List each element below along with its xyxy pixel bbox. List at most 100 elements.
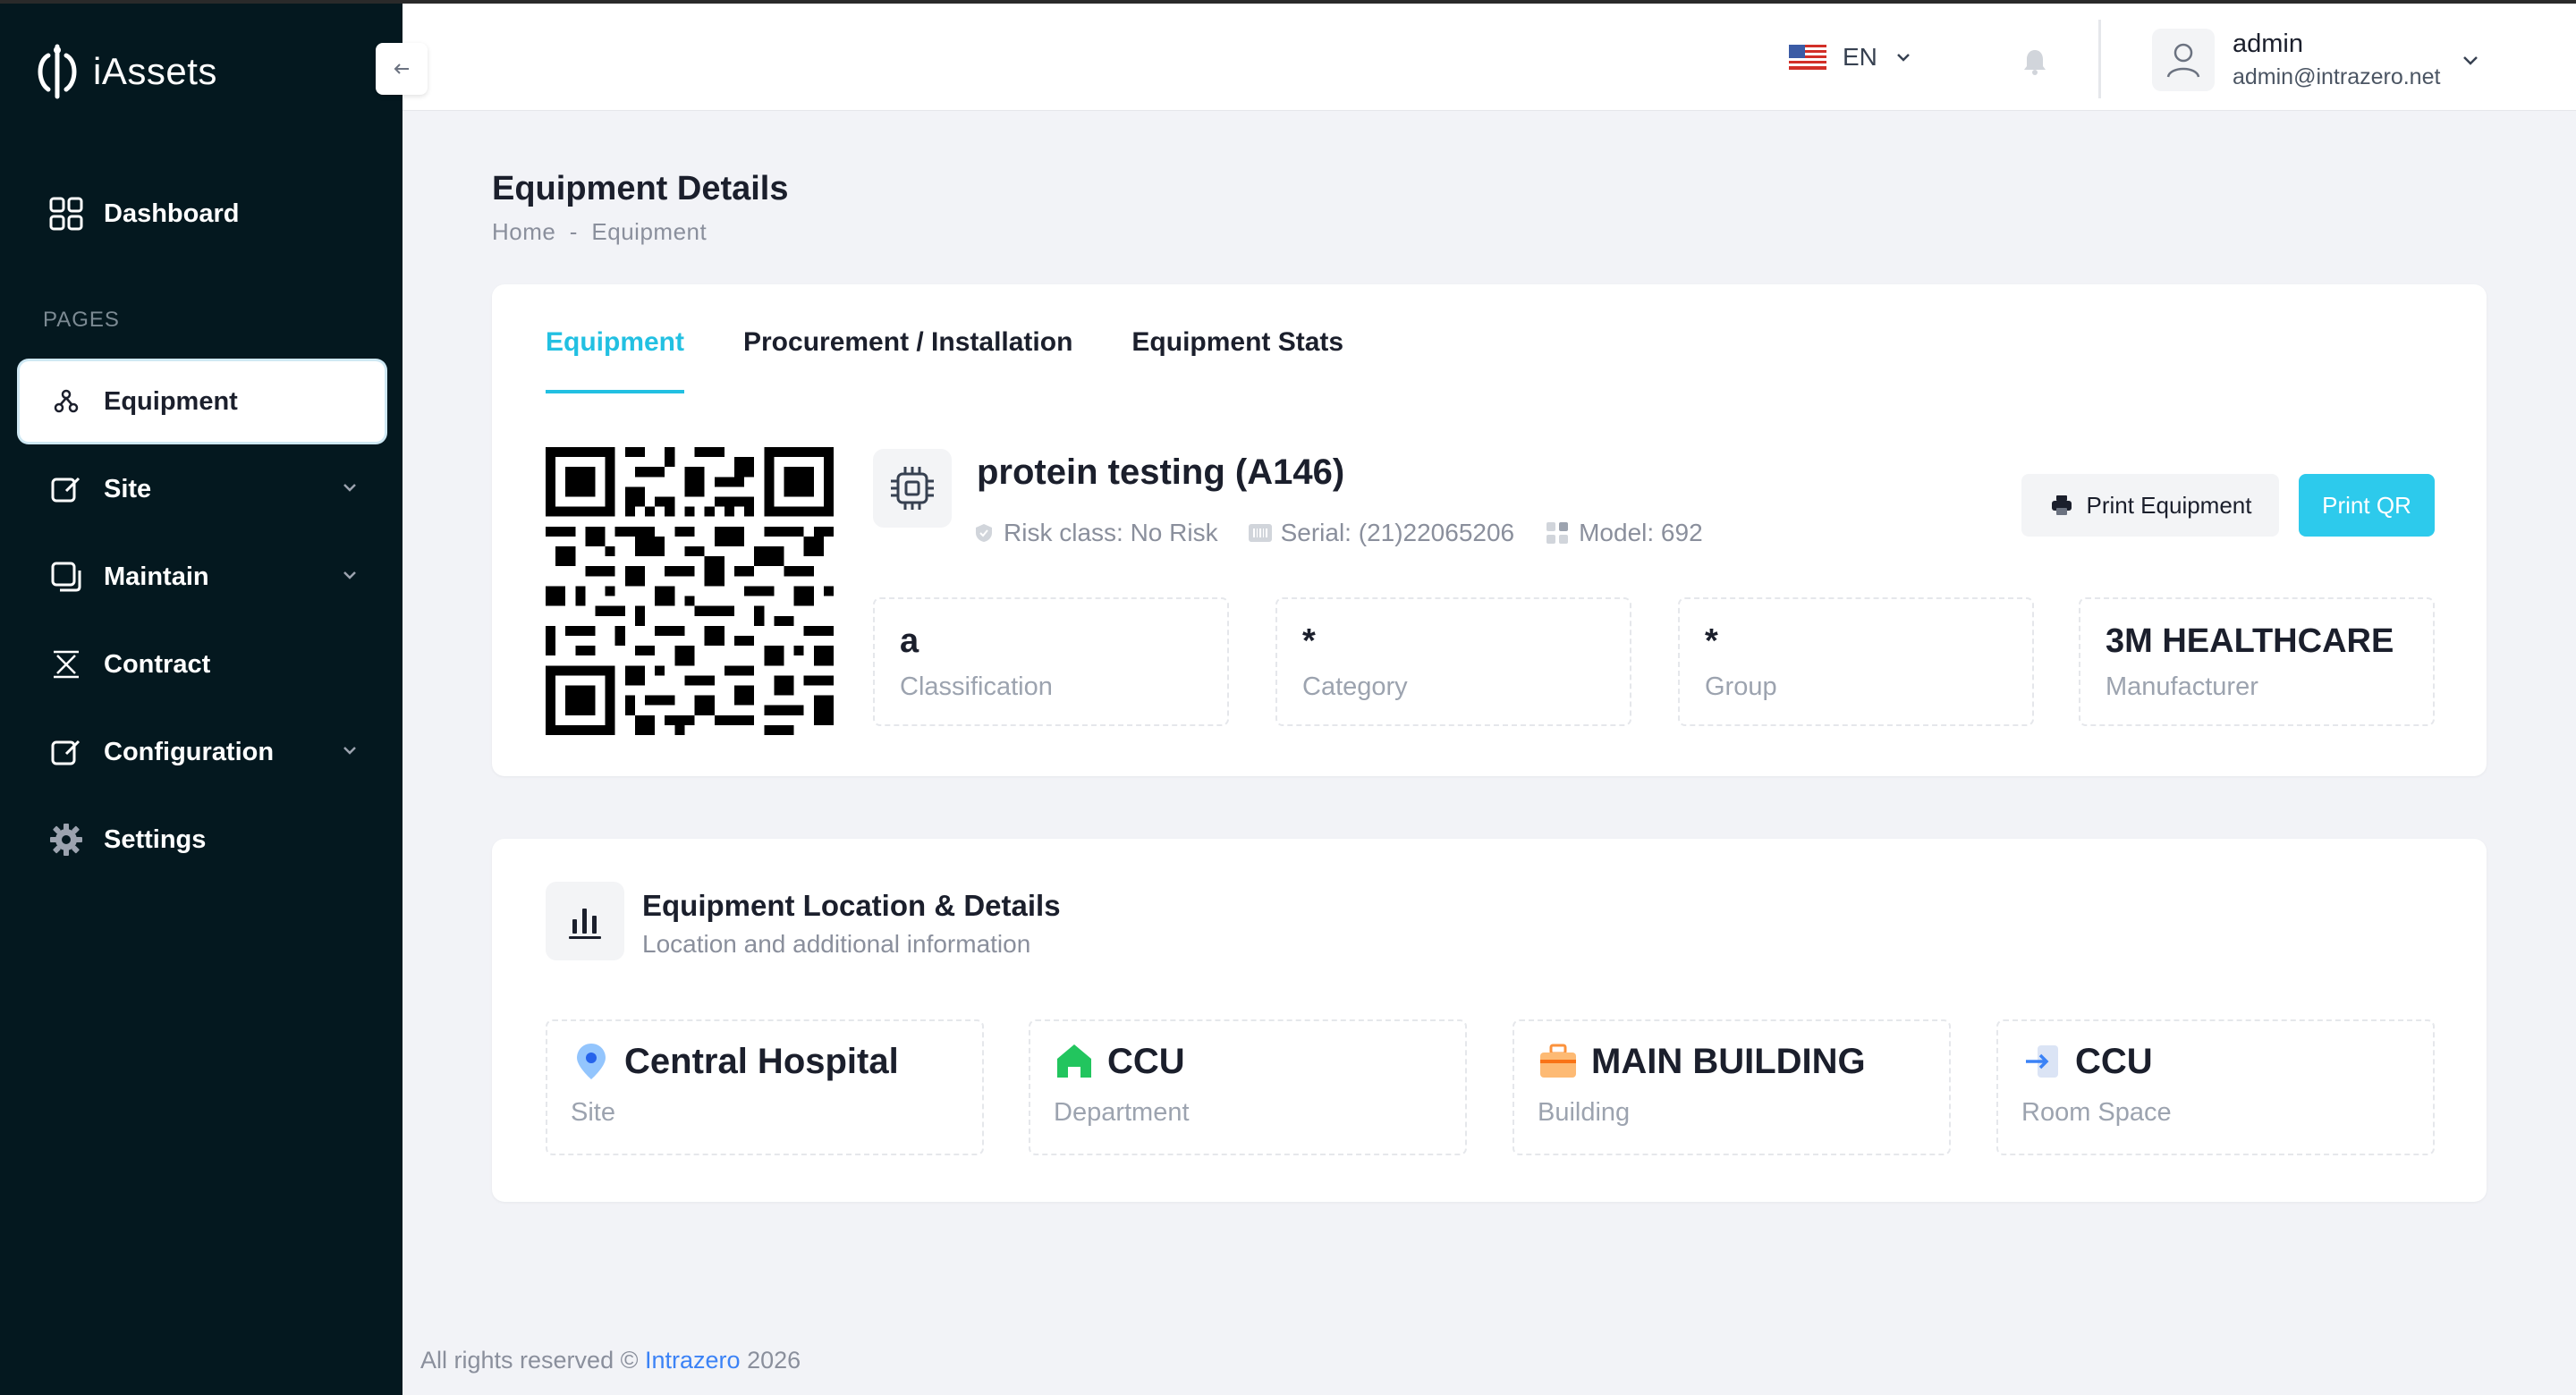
user-name: admin (2233, 30, 2303, 58)
sidebar-item-settings[interactable]: Settings (20, 799, 385, 880)
room-space-box: CCU Room Space (1996, 1019, 2435, 1155)
print-qr-button[interactable]: Print QR (2299, 474, 2435, 537)
us-flag-icon (1789, 45, 1826, 70)
language-label: EN (1843, 43, 1877, 71)
footer-copyright: All rights reserved © (420, 1347, 639, 1374)
classification-box: a Classification (873, 597, 1229, 726)
serial-number: Serial: (21)22065206 (1248, 519, 1515, 547)
tab-procurement-installation[interactable]: Procurement / Installation (743, 327, 1072, 393)
equipment-meta: Risk class: No Risk Serial: (21)22065206… (973, 519, 1703, 547)
equipment-card: Equipment Procurement / Installation Equ… (492, 284, 2487, 776)
department-box: CCU Department (1029, 1019, 1467, 1155)
footer: All rights reserved © Intrazero 2026 (420, 1347, 801, 1374)
sidebar-item-configuration[interactable]: Configuration (20, 712, 385, 792)
sidebar-item-contract[interactable]: Contract (20, 624, 385, 705)
user-menu[interactable]: admin admin@intrazero.net (2152, 29, 2440, 91)
sidebar-collapse-button[interactable] (376, 43, 428, 95)
site-value: Central Hospital (624, 1041, 899, 1081)
room-space-value: CCU (2075, 1041, 2153, 1081)
footer-year: 2026 (747, 1347, 801, 1374)
model: Model: 692 (1545, 519, 1703, 547)
site-box: Central Hospital Site (546, 1019, 984, 1155)
location-section-icon-box (546, 882, 624, 960)
map-pin-icon (571, 1041, 612, 1082)
sidebar-item-label: Maintain (104, 562, 209, 591)
cpu-icon (891, 467, 934, 510)
manufacturer-label: Manufacturer (2106, 672, 2258, 701)
tab-equipment-stats[interactable]: Equipment Stats (1131, 327, 1343, 393)
user-icon (2166, 43, 2200, 78)
logo-icon (38, 44, 77, 99)
classification-label: Classification (900, 672, 1053, 701)
home-icon (1054, 1041, 1095, 1082)
sidebar-item-equipment[interactable]: Equipment (20, 361, 385, 442)
sidebar-item-maintain[interactable]: Maintain (20, 537, 385, 617)
category-value: * (1302, 622, 1316, 660)
risk-class-text: Risk class: No Risk (1004, 519, 1218, 546)
chevron-down-icon (1897, 54, 1910, 62)
chevron-down-icon (343, 747, 356, 755)
copy-icon (48, 559, 84, 595)
sidebar-item-site[interactable]: Site (20, 449, 385, 529)
equipment-tabs: Equipment Procurement / Installation Equ… (546, 327, 1343, 393)
sidebar-item-label: Configuration (104, 737, 275, 766)
manufacturer-box: 3M HEALTHCARE Manufacturer (2079, 597, 2435, 726)
avatar (2152, 29, 2215, 91)
qr-code-image (546, 447, 834, 735)
contract-icon (48, 647, 84, 682)
sidebar-item-dashboard[interactable]: Dashboard (20, 173, 385, 254)
printer-icon (2051, 495, 2072, 515)
category-box: * Category (1275, 597, 1631, 726)
app-name: iAssets (93, 50, 217, 92)
equipment-chip-icon-box (873, 449, 952, 528)
arrow-left-icon (394, 63, 409, 74)
group-label: Group (1705, 672, 1777, 701)
serial-text: Serial: (21)22065206 (1280, 519, 1515, 546)
location-section-subtitle: Location and additional information (642, 930, 1031, 958)
breadcrumb: Home - Equipment (492, 218, 708, 245)
print-equipment-button[interactable]: Print Equipment (2021, 474, 2279, 537)
top-bar: EN admin admin@intrazero.net (402, 0, 2576, 111)
chevron-down-icon[interactable] (2460, 50, 2481, 72)
bell-icon[interactable] (2020, 46, 2050, 77)
bar-chart-icon (569, 909, 601, 939)
print-equipment-label: Print Equipment (2086, 491, 2252, 519)
sidebar-item-label: Dashboard (104, 199, 240, 228)
building-value: MAIN BUILDING (1591, 1041, 1866, 1081)
sidebar-item-label: Contract (104, 649, 211, 679)
category-label: Category (1302, 672, 1408, 701)
site-label: Site (571, 1098, 615, 1127)
user-email: admin@intrazero.net (2233, 64, 2441, 89)
department-label: Department (1054, 1098, 1190, 1127)
building-box: MAIN BUILDING Building (1513, 1019, 1951, 1155)
model-text: Model: 692 (1579, 519, 1703, 546)
enter-icon (2021, 1041, 2063, 1082)
edit-icon (48, 734, 84, 770)
room-space-label: Room Space (2021, 1098, 2172, 1127)
chevron-down-icon (343, 484, 356, 492)
tab-equipment[interactable]: Equipment (546, 327, 684, 393)
building-label: Building (1538, 1098, 1631, 1127)
briefcase-icon (1538, 1041, 1579, 1082)
pages-section-label: PAGES (43, 308, 120, 332)
manufacturer-value: 3M HEALTHCARE (2106, 622, 2394, 660)
sidebar-item-label: Settings (104, 824, 207, 854)
group-box: * Group (1678, 597, 2034, 726)
grid-icon (48, 196, 84, 232)
group-value: * (1705, 622, 1718, 660)
chevron-down-icon (343, 571, 356, 579)
language-selector[interactable]: EN (1789, 43, 1913, 72)
header-divider (2098, 20, 2101, 98)
sidebar-item-label: Site (104, 474, 152, 503)
sidebar: iAssets Dashboard PAGES Equipment Site M… (0, 0, 402, 1395)
edit-icon (48, 471, 84, 507)
location-card: Equipment Location & Details Location an… (492, 839, 2487, 1202)
page-title: Equipment Details (492, 170, 789, 207)
equipment-name: protein testing (A146) (977, 452, 1345, 492)
sidebar-item-label: Equipment (104, 386, 238, 416)
app-logo[interactable]: iAssets (32, 43, 217, 100)
footer-brand-link[interactable]: Intrazero (645, 1347, 741, 1374)
shield-check-icon (976, 524, 992, 542)
blocks-icon (1546, 522, 1569, 544)
gear-icon (48, 822, 84, 858)
